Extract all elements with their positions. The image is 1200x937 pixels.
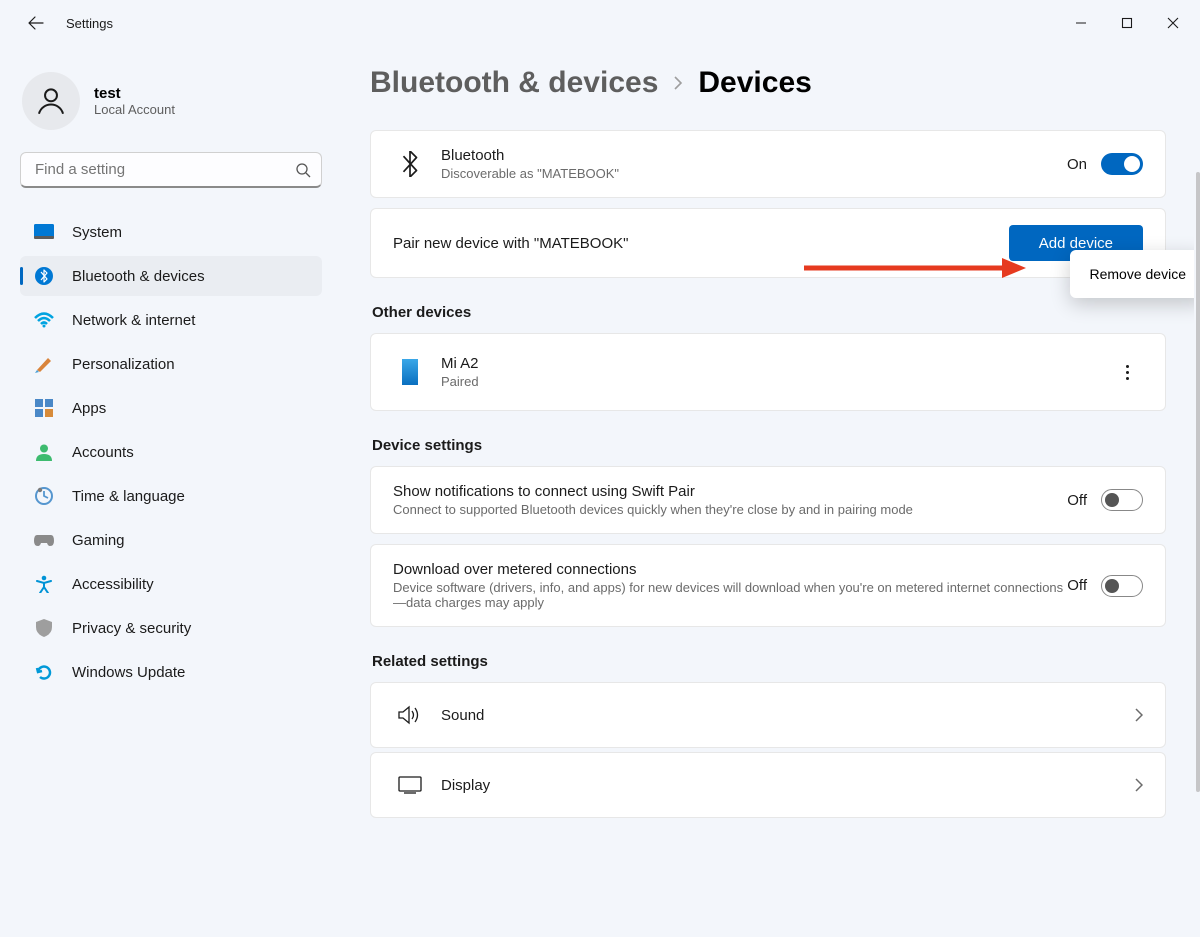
username: test — [94, 85, 175, 102]
chevron-right-icon — [672, 76, 684, 90]
device-context-menu: Remove device — [1070, 250, 1195, 298]
nav-label: Accessibility — [72, 576, 154, 593]
nav-update[interactable]: Windows Update — [20, 652, 322, 692]
nav-gaming[interactable]: Gaming — [20, 520, 322, 560]
bluetooth-status: On — [1067, 156, 1087, 173]
close-icon — [1167, 17, 1179, 29]
shield-icon — [34, 618, 54, 638]
search-input[interactable] — [35, 161, 295, 178]
more-dots-icon — [1126, 365, 1129, 380]
nav-personalization[interactable]: Personalization — [20, 344, 322, 384]
bluetooth-title: Bluetooth — [441, 147, 1067, 164]
device-row[interactable]: Mi A2 Paired — [370, 333, 1166, 411]
titlebar: Settings — [0, 0, 1200, 46]
account-type: Local Account — [94, 102, 175, 117]
bluetooth-subtitle: Discoverable as "MATEBOOK" — [441, 166, 1067, 181]
chevron-right-icon — [1135, 708, 1143, 722]
sidebar: test Local Account System Bluetooth & de… — [6, 46, 336, 937]
swift-pair-title: Show notifications to connect using Swif… — [393, 483, 1067, 500]
maximize-icon — [1121, 17, 1133, 29]
apps-icon — [34, 398, 54, 418]
metered-status: Off — [1067, 577, 1087, 594]
update-icon — [34, 662, 54, 682]
breadcrumb: Bluetooth & devices Devices — [370, 66, 1166, 100]
related-sound[interactable]: Sound — [370, 682, 1166, 748]
section-device-settings: Device settings — [372, 437, 1166, 454]
bluetooth-card: Bluetooth Discoverable as "MATEBOOK" On — [370, 130, 1166, 198]
avatar — [22, 72, 80, 130]
pair-device-label: Pair new device with "MATEBOOK" — [393, 235, 1009, 252]
annotation-arrow — [804, 256, 1026, 280]
nav-list: System Bluetooth & devices Network & int… — [20, 212, 322, 692]
back-button[interactable] — [20, 7, 52, 39]
related-display[interactable]: Display — [370, 752, 1166, 818]
nav-network[interactable]: Network & internet — [20, 300, 322, 340]
nav-accessibility[interactable]: Accessibility — [20, 564, 322, 604]
section-related-settings: Related settings — [372, 653, 1166, 670]
nav-label: Apps — [72, 400, 106, 417]
nav-time[interactable]: Time & language — [20, 476, 322, 516]
nav-accounts[interactable]: Accounts — [20, 432, 322, 472]
brush-icon — [34, 354, 54, 374]
swift-pair-card: Show notifications to connect using Swif… — [370, 466, 1166, 534]
nav-label: System — [72, 224, 122, 241]
breadcrumb-current: Devices — [698, 66, 811, 100]
phone-icon — [393, 359, 427, 385]
section-other-devices: Other devices — [372, 304, 1166, 321]
sound-icon — [393, 705, 427, 725]
display-icon — [393, 776, 427, 794]
minimize-icon — [1075, 17, 1087, 29]
clock-icon — [34, 486, 54, 506]
nav-label: Bluetooth & devices — [72, 268, 205, 285]
bluetooth-glyph-icon — [393, 151, 427, 177]
search-box[interactable] — [20, 152, 322, 188]
accessibility-icon — [34, 574, 54, 594]
bluetooth-toggle[interactable] — [1101, 153, 1143, 175]
minimize-button[interactable] — [1058, 0, 1104, 46]
scrollbar[interactable] — [1194, 46, 1200, 937]
search-icon — [295, 162, 311, 178]
device-name: Mi A2 — [441, 355, 1111, 372]
remove-device-item[interactable]: Remove device — [1070, 256, 1195, 292]
swift-pair-toggle[interactable] — [1101, 489, 1143, 511]
pair-device-card: Pair new device with "MATEBOOK" Add devi… — [370, 208, 1166, 278]
device-status: Paired — [441, 374, 1111, 389]
wifi-icon — [34, 310, 54, 330]
nav-label: Windows Update — [72, 664, 185, 681]
metered-title: Download over metered connections — [393, 561, 1067, 578]
swift-pair-status: Off — [1067, 492, 1087, 509]
system-icon — [34, 222, 54, 242]
nav-label: Network & internet — [72, 312, 195, 329]
nav-label: Privacy & security — [72, 620, 191, 637]
app-title: Settings — [66, 16, 113, 31]
nav-apps[interactable]: Apps — [20, 388, 322, 428]
main-panel: Bluetooth & devices Devices Bluetooth Di… — [336, 46, 1194, 937]
bluetooth-icon — [34, 266, 54, 286]
related-sound-label: Sound — [441, 707, 1135, 724]
maximize-button[interactable] — [1104, 0, 1150, 46]
gamepad-icon — [34, 530, 54, 550]
nav-privacy[interactable]: Privacy & security — [20, 608, 322, 648]
person-icon — [34, 442, 54, 462]
metered-subtitle: Device software (drivers, info, and apps… — [393, 580, 1067, 610]
chevron-right-icon — [1135, 778, 1143, 792]
nav-bluetooth[interactable]: Bluetooth & devices — [20, 256, 322, 296]
nav-label: Personalization — [72, 356, 175, 373]
metered-toggle[interactable] — [1101, 575, 1143, 597]
close-button[interactable] — [1150, 0, 1196, 46]
device-more-button[interactable] — [1111, 356, 1143, 388]
profile-block[interactable]: test Local Account — [22, 72, 322, 130]
nav-label: Gaming — [72, 532, 125, 549]
nav-system[interactable]: System — [20, 212, 322, 252]
nav-label: Time & language — [72, 488, 185, 505]
nav-label: Accounts — [72, 444, 134, 461]
user-icon — [34, 84, 68, 118]
swift-pair-subtitle: Connect to supported Bluetooth devices q… — [393, 502, 1067, 517]
scrollbar-thumb[interactable] — [1196, 172, 1200, 792]
breadcrumb-parent[interactable]: Bluetooth & devices — [370, 66, 658, 100]
related-display-label: Display — [441, 777, 1135, 794]
metered-card: Download over metered connections Device… — [370, 544, 1166, 627]
arrow-left-icon — [28, 15, 44, 31]
